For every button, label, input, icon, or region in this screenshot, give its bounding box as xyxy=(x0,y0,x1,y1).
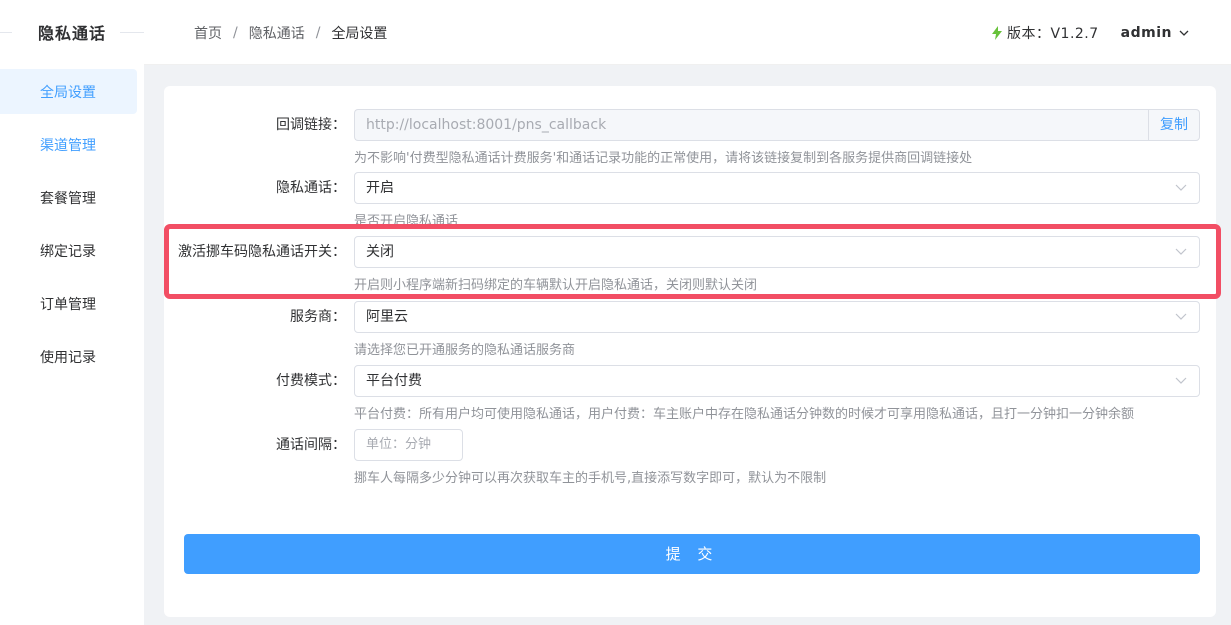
privacy-control: 开启 xyxy=(354,172,1200,204)
provider-control: 阿里云 xyxy=(354,301,1200,333)
app-title: 隐私通话 xyxy=(37,24,106,43)
provider-label: 服务商： xyxy=(290,309,346,325)
version-label: 版本：V1.2.7 xyxy=(1006,26,1099,42)
sidebar-menu: 全局设置 渠道管理 套餐管理 绑定记录 订单管理 使用记录 xyxy=(0,69,144,379)
sidebar-item-usage-records[interactable]: 使用记录 xyxy=(0,334,137,379)
chevron-down-icon xyxy=(1175,377,1187,384)
interval-label: 通话间隔： xyxy=(276,437,346,453)
activate-select[interactable]: 关闭 xyxy=(354,236,1200,268)
settings-card: 回调链接： http://localhost:8001/pns_callback… xyxy=(164,86,1216,617)
sidebar-item-package-management[interactable]: 套餐管理 xyxy=(0,175,137,220)
callback-url-input: http://localhost:8001/pns_callback xyxy=(354,109,1148,141)
provider-value: 阿里云 xyxy=(366,309,408,325)
breadcrumb-separator: / xyxy=(233,25,238,41)
user-dropdown[interactable]: admin xyxy=(1121,25,1189,41)
submit-button[interactable]: 提 交 xyxy=(184,534,1200,574)
sidebar-item-binding-records[interactable]: 绑定记录 xyxy=(0,228,137,273)
activate-control: 关闭 xyxy=(354,236,1200,268)
brand: 隐私通话 xyxy=(0,0,144,64)
activate-value: 关闭 xyxy=(366,244,394,260)
breadcrumb-current: 全局设置 xyxy=(331,26,388,42)
interval-control: 单位：分钟 xyxy=(354,429,1200,461)
divider xyxy=(120,32,144,33)
provider-select[interactable]: 阿里云 xyxy=(354,301,1200,333)
divider xyxy=(0,32,12,33)
callback-label: 回调链接： xyxy=(276,117,346,133)
sidebar: 隐私通话 全局设置 渠道管理 套餐管理 绑定记录 订单管理 使用记录 xyxy=(0,0,144,625)
breadcrumb-separator: / xyxy=(315,25,321,41)
payment-control: 平台付费 xyxy=(354,365,1200,397)
lightning-icon xyxy=(991,26,1002,40)
top-header: 首页 / 隐私通话 / 全局设置 版本：V1.2.7 admin xyxy=(144,0,1231,65)
privacy-select[interactable]: 开启 xyxy=(354,172,1200,204)
interval-input[interactable]: 单位：分钟 xyxy=(354,429,463,461)
header-right: 版本：V1.2.7 admin xyxy=(991,23,1189,43)
privacy-value: 开启 xyxy=(366,180,394,196)
copy-button[interactable]: 复制 xyxy=(1148,109,1200,141)
chevron-down-icon xyxy=(1175,313,1187,320)
sidebar-item-channel-management[interactable]: 渠道管理 xyxy=(0,122,137,167)
provider-help: 请选择您已开通服务的隐私通话服务商 xyxy=(354,343,576,358)
breadcrumb: 首页 / 隐私通话 / 全局设置 xyxy=(194,23,387,43)
payment-value: 平台付费 xyxy=(366,373,422,389)
payment-label: 付费模式： xyxy=(276,373,346,389)
chevron-down-icon xyxy=(1175,184,1187,191)
interval-help: 挪车人每隔多少分钟可以再次获取车主的手机号,直接添写数字即可，默认为不限制 xyxy=(354,471,827,486)
privacy-label: 隐私通话： xyxy=(276,180,346,196)
breadcrumb-privacy-call[interactable]: 隐私通话 xyxy=(249,23,305,43)
username: admin xyxy=(1120,25,1172,41)
privacy-help: 是否开启隐私通话 xyxy=(354,214,459,229)
breadcrumb-home[interactable]: 首页 xyxy=(194,23,222,43)
callback-control: http://localhost:8001/pns_callback 复制 xyxy=(354,109,1200,141)
activate-label: 激活挪车码隐私通话开关： xyxy=(178,244,346,260)
payment-select[interactable]: 平台付费 xyxy=(354,365,1200,397)
sidebar-item-global-settings[interactable]: 全局设置 xyxy=(0,69,137,114)
chevron-down-icon xyxy=(1179,30,1189,36)
payment-help: 平台付费：所有用户均可使用隐私通话，用户付费：车主账户中存在隐私通话分钟数的时候… xyxy=(354,407,1135,422)
activate-help: 开启则小程序端新扫码绑定的车辆默认开启隐私通话，关闭则默认关闭 xyxy=(354,278,758,293)
sidebar-item-order-management[interactable]: 订单管理 xyxy=(0,281,137,326)
callback-help: 为不影响'付费型隐私通话计费服务'和通话记录功能的正常使用，请将该链接复制到各服… xyxy=(354,151,973,166)
chevron-down-icon xyxy=(1175,248,1187,255)
